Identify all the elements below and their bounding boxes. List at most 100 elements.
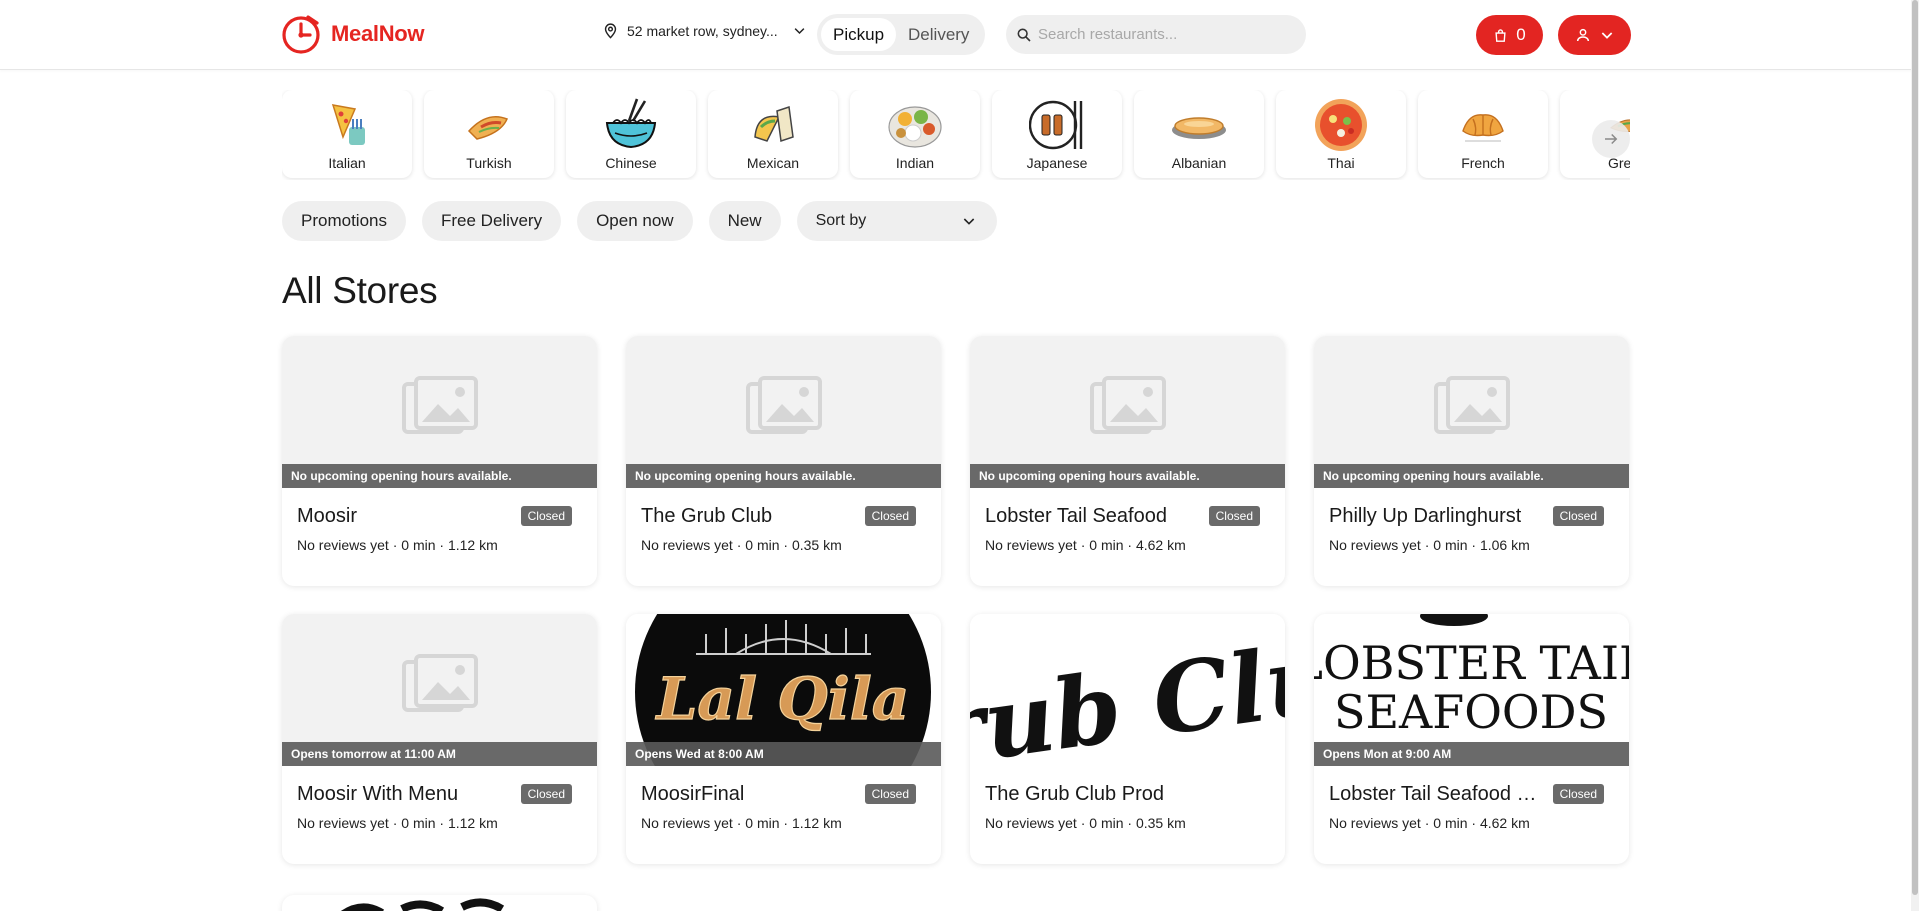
store-card[interactable]: Grub Club The Grub Club Prod No reviews …: [970, 614, 1285, 864]
meta-separator: ·: [1127, 537, 1133, 553]
carousel-next-button[interactable]: [1592, 120, 1630, 158]
search-icon: [1017, 28, 1031, 42]
cuisine-label: Indian: [895, 155, 935, 171]
distance: 1.12 km: [791, 815, 842, 831]
page: MealNow 52 market row, sydney... Pickup …: [0, 0, 1919, 911]
cuisine-label: Albanian: [1171, 155, 1227, 171]
store-meta: No reviews yet · 0 min · 1.06 km: [1329, 537, 1530, 553]
search-input[interactable]: [1038, 26, 1278, 43]
meta-separator: ·: [392, 815, 398, 831]
delivery-time: 0 min: [401, 815, 436, 831]
cuisine-item-albanian[interactable]: Albanian: [1134, 90, 1264, 178]
store-meta: No reviews yet · 0 min · 4.62 km: [1329, 815, 1530, 831]
cuisine-item-indian[interactable]: Indian: [850, 90, 980, 178]
opening-hours-bar: No upcoming opening hours available.: [1314, 464, 1629, 488]
store-card-partial[interactable]: [282, 895, 597, 911]
store-name: The Grub Club Prod: [985, 783, 1164, 805]
store-meta: No reviews yet · 0 min · 4.62 km: [985, 537, 1186, 553]
user-menu-button[interactable]: [1558, 15, 1631, 55]
status-badge: Closed: [864, 506, 916, 526]
store-logo-partial: [340, 898, 505, 911]
store-meta: No reviews yet · 0 min · 1.12 km: [297, 815, 498, 831]
new-filter-chip[interactable]: New: [708, 201, 781, 241]
store-meta: No reviews yet · 0 min · 1.12 km: [297, 537, 498, 553]
page-scrollbar[interactable]: [1911, 0, 1919, 911]
cuisine-item-turkish[interactable]: Turkish: [424, 90, 554, 178]
sort-by-label: Sort by: [815, 212, 867, 229]
cuisine-item-french[interactable]: French: [1418, 90, 1548, 178]
opening-hours-bar: No upcoming opening hours available.: [626, 464, 941, 488]
bread-icon: [1172, 117, 1226, 139]
delivery-address-selector[interactable]: 52 market row, sydney...: [602, 22, 807, 39]
delivery-time: 0 min: [1089, 537, 1124, 553]
store-image: No upcoming opening hours available.: [1314, 336, 1629, 488]
cart-count: 0: [1516, 25, 1526, 44]
store-card[interactable]: No upcoming opening hours available. Lob…: [970, 336, 1285, 586]
logo-text-line-1: LOBSTER TAIL: [1314, 636, 1629, 690]
opening-hours-bar: No upcoming opening hours available.: [970, 464, 1285, 488]
cuisine-label: Japanese: [1026, 155, 1088, 171]
cuisine-item-japanese[interactable]: Japanese: [992, 90, 1122, 178]
brand-logo[interactable]: MealNow: [281, 13, 425, 55]
store-card[interactable]: Lal Qila Opens Wed at 8:00 AM MoosirFina…: [626, 614, 941, 864]
store-card[interactable]: Opens tomorrow at 11:00 AM Moosir With M…: [282, 614, 597, 864]
cuisine-label: Turkish: [466, 155, 512, 171]
meta-separator: ·: [1424, 815, 1430, 831]
image-placeholder-icon: [402, 376, 478, 434]
store-card[interactable]: No upcoming opening hours available. Phi…: [1314, 336, 1629, 586]
store-grid: No upcoming opening hours available. Moo…: [282, 336, 1630, 864]
free-delivery-filter-chip[interactable]: Free Delivery: [421, 201, 562, 241]
pickup-mode-button[interactable]: Pickup: [821, 18, 897, 51]
opening-hours-bar: Opens tomorrow at 11:00 AM: [282, 742, 597, 766]
delivery-time: 0 min: [401, 537, 436, 553]
status-badge: Closed: [520, 784, 572, 804]
store-card[interactable]: LOBSTER TAIL SEAFOODS Opens Mon at 9:00 …: [1314, 614, 1629, 864]
restaurant-search: [1006, 15, 1306, 54]
open-now-filter-chip[interactable]: Open now: [577, 201, 693, 241]
cuisine-item-chinese[interactable]: Chinese: [566, 90, 696, 178]
noodle-bowl-icon: [605, 98, 657, 149]
cuisine-carousel: Italian Turkish Chinese Mexican Indian J…: [282, 90, 1630, 180]
order-mode-toggle: Pickup Delivery: [817, 14, 985, 55]
cuisine-item-thai[interactable]: Thai: [1276, 90, 1406, 178]
delivery-mode-button[interactable]: Delivery: [896, 18, 981, 51]
distance: 0.35 km: [791, 537, 842, 553]
curry-bowl-icon: [1315, 99, 1367, 151]
meta-separator: ·: [736, 815, 742, 831]
logo-text-line-2: SEAFOODS: [1334, 685, 1608, 739]
shopping-bag-icon: [1495, 28, 1506, 42]
address-text: 52 market row, sydney...: [627, 22, 778, 39]
store-name: MoosirFinal: [641, 783, 745, 805]
review-summary: No reviews yet: [1329, 537, 1421, 553]
status-badge: Closed: [1552, 784, 1604, 804]
cuisine-label: French: [1461, 155, 1505, 171]
scrollbar-thumb[interactable]: [1912, 0, 1918, 895]
cart-button[interactable]: 0: [1476, 15, 1543, 55]
croissant-icon: [1462, 114, 1504, 142]
cuisine-item-italian[interactable]: Italian: [282, 90, 412, 178]
store-image: No upcoming opening hours available.: [970, 336, 1285, 488]
delivery-time: 0 min: [745, 815, 780, 831]
filter-bar: Promotions Free Delivery Open now New So…: [282, 201, 997, 241]
store-name: Moosir: [297, 505, 358, 527]
pizza-icon: [331, 104, 365, 145]
top-header: MealNow 52 market row, sydney... Pickup …: [0, 0, 1919, 70]
store-card[interactable]: No upcoming opening hours available. The…: [626, 336, 941, 586]
review-summary: No reviews yet: [641, 537, 733, 553]
cuisine-label: Thai: [1327, 155, 1355, 171]
sort-by-dropdown[interactable]: Sort by: [796, 201, 997, 241]
store-name: Moosir With Menu: [297, 783, 459, 805]
status-badge: Closed: [864, 784, 916, 804]
store-image: LOBSTER TAIL SEAFOODS Opens Mon at 9:00 …: [1314, 614, 1629, 766]
review-summary: No reviews yet: [985, 815, 1077, 831]
cuisine-item-mexican[interactable]: Mexican: [708, 90, 838, 178]
logo-text: Lal Qila: [655, 665, 910, 733]
delivery-time: 0 min: [1433, 537, 1468, 553]
review-summary: No reviews yet: [297, 815, 389, 831]
brand-name: MealNow: [331, 21, 425, 46]
meta-separator: ·: [1471, 537, 1477, 553]
store-card[interactable]: No upcoming opening hours available. Moo…: [282, 336, 597, 586]
logo-text: Grub Club: [970, 614, 1285, 766]
promotions-filter-chip[interactable]: Promotions: [282, 201, 406, 241]
status-badge: Closed: [520, 506, 572, 526]
